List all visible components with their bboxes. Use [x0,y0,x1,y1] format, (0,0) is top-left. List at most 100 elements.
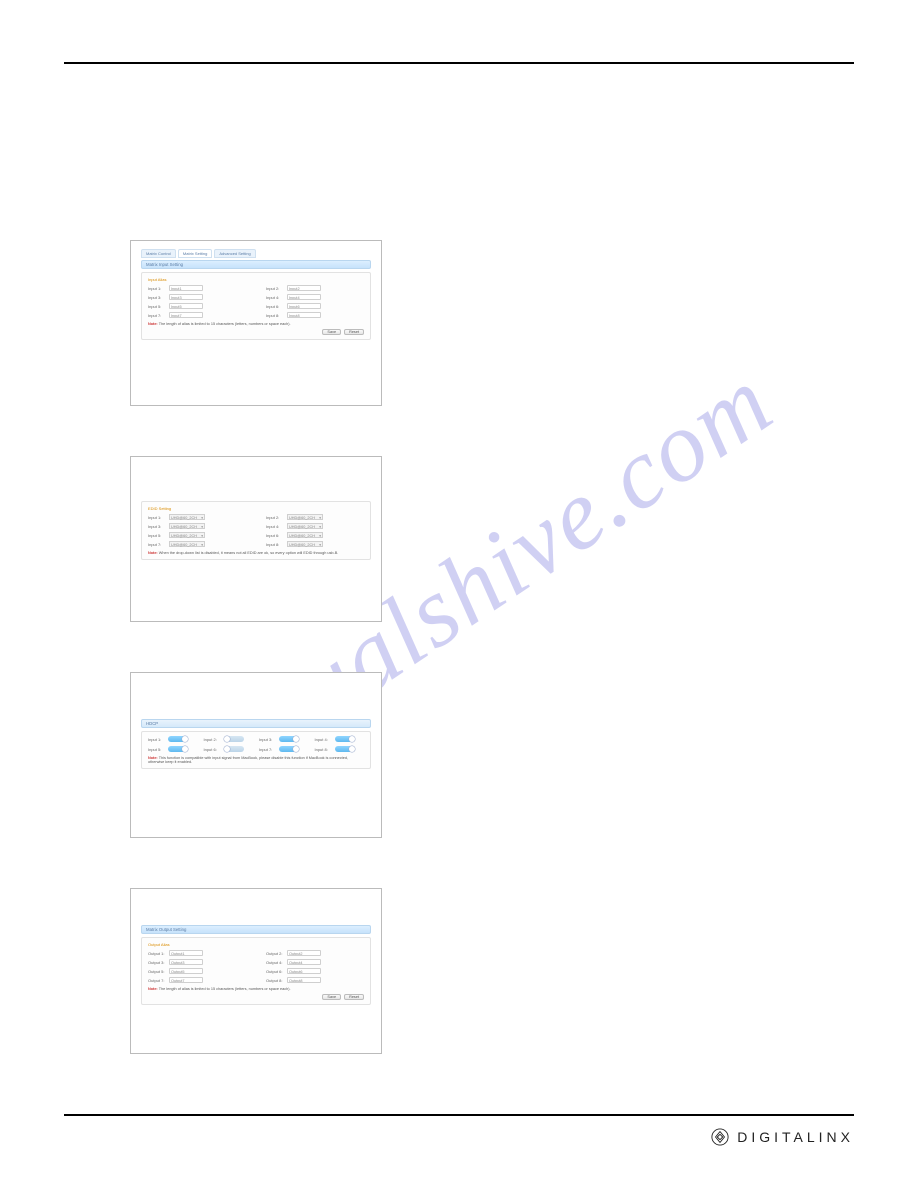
row: Output 4:Output4 [266,959,364,965]
alias-input[interactable]: Output3 [169,959,203,965]
hdcp-toggle[interactable] [335,746,355,752]
note-key: Note: [148,987,158,991]
reset-button[interactable]: Reset [344,329,364,335]
figure-inner: Matrix Output Setting Output Alias Outpu… [131,889,381,1053]
edid-select[interactable]: UHD@60_2CH [169,532,205,538]
alias-input[interactable]: Input1 [169,285,203,291]
edid-select[interactable]: UHD@60_2CH [169,541,205,547]
label: Input 7: [148,542,166,547]
row: Input 2:Input2 [266,285,364,291]
alias-input[interactable]: Input6 [287,303,321,309]
panel-title: Matrix Input Setting [141,260,371,269]
save-button[interactable]: Save [322,329,341,335]
hdcp-toggle[interactable] [224,736,244,742]
figure-output-alias: Matrix Output Setting Output Alias Outpu… [130,888,382,1054]
edid-select[interactable]: UHD@60_2CH [287,532,323,538]
row: Input 1: [148,736,198,742]
label: Input 5: [148,304,166,309]
label: Input 8: [315,747,333,752]
alias-input[interactable]: Output2 [287,950,321,956]
row: Input 7:Input7 [148,312,246,318]
row: Input 2:UHD@60_2CH [266,514,364,520]
hdcp-toggle[interactable] [168,736,188,742]
row: Input 3:Input3 [148,294,246,300]
note-text: The length of alias is limited to 15 cha… [159,322,291,326]
row: Output 5:Output5 [148,968,246,974]
note-text: The length of alias is limited to 15 cha… [159,987,291,991]
row: Input 1:Input1 [148,285,246,291]
row: Input 4:Input4 [266,294,364,300]
alias-input[interactable]: Input7 [169,312,203,318]
button-row: Save Reset [148,994,364,1000]
input-alias-grid: Input 1:Input1 Input 2:Input2 Input 3:In… [148,285,364,318]
row: Input 8: [315,746,365,752]
row: Input 5:UHD@60_2CH [148,532,246,538]
edid-select[interactable]: UHD@60_2CH [169,523,205,529]
alias-input[interactable]: Input8 [287,312,321,318]
row: Output 2:Output2 [266,950,364,956]
tab-advanced-setting[interactable]: Advanced Setting [214,249,255,258]
alias-input[interactable]: Output8 [287,977,321,983]
label: Input 4: [266,524,284,529]
tab-matrix-setting[interactable]: Matrix Setting [178,249,212,258]
reset-button[interactable]: Reset [344,994,364,1000]
label: Output 8: [266,978,284,983]
hdcp-grid: Input 1: Input 2: Input 3: Input 4: Inpu… [148,736,364,752]
output-alias-grid: Output 1:Output1 Output 2:Output2 Output… [148,950,364,983]
section-title: Input Alias [148,277,364,282]
alias-input[interactable]: Output6 [287,968,321,974]
alias-input[interactable]: Output7 [169,977,203,983]
hdcp-toggle[interactable] [224,746,244,752]
hdcp-toggle[interactable] [168,746,188,752]
label: Input 6: [266,304,284,309]
edid-select[interactable]: UHD@60_2CH [169,514,205,520]
label: Input 4: [315,737,333,742]
label: Input 1: [148,737,166,742]
row: Input 6:UHD@60_2CH [266,532,364,538]
row: Input 7: [259,746,309,752]
edid-select[interactable]: UHD@60_2CH [287,541,323,547]
label: Input 2: [266,286,284,291]
note-key: Note: [148,551,158,555]
hdcp-toggle[interactable] [279,746,299,752]
label: Input 6: [266,533,284,538]
hdcp-toggle[interactable] [335,736,355,742]
brand: DIGITALINX [711,1128,854,1146]
label: Output 7: [148,978,166,983]
alias-input[interactable]: Input3 [169,294,203,300]
alias-input[interactable]: Input2 [287,285,321,291]
edid-select[interactable]: UHD@60_2CH [287,523,323,529]
row: Output 1:Output1 [148,950,246,956]
note-text: When the drop-down list is disabled, it … [159,551,339,555]
label: Output 1: [148,951,166,956]
alias-input[interactable]: Output4 [287,959,321,965]
figure-hdcp: HDCP Input 1: Input 2: Input 3: Input 4:… [130,672,382,838]
save-button[interactable]: Save [322,994,341,1000]
row: Output 6:Output6 [266,968,364,974]
alias-input[interactable]: Input4 [287,294,321,300]
figure-inner: Matrix Control Matrix Setting Advanced S… [131,241,381,405]
row: Output 8:Output8 [266,977,364,983]
hdcp-toggle[interactable] [279,736,299,742]
row: Input 2: [204,736,254,742]
note: Note: The length of alias is limited to … [148,322,364,326]
tab-matrix-control[interactable]: Matrix Control [141,249,176,258]
alias-input[interactable]: Output1 [169,950,203,956]
alias-input[interactable]: Output5 [169,968,203,974]
edid-select[interactable]: UHD@60_2CH [287,514,323,520]
figure-inner: EDID Setting Input 1:UHD@60_2CH Input 2:… [131,457,381,621]
label: Input 8: [266,313,284,318]
row: Input 1:UHD@60_2CH [148,514,246,520]
label: Input 3: [259,737,277,742]
label: Input 4: [266,295,284,300]
label: Input 1: [148,286,166,291]
label: Output 3: [148,960,166,965]
figure-input-alias: Matrix Control Matrix Setting Advanced S… [130,240,382,406]
label: Output 6: [266,969,284,974]
row: Output 3:Output3 [148,959,246,965]
panel-body: Input 1: Input 2: Input 3: Input 4: Inpu… [141,731,371,769]
note: Note: This function is compatible with i… [148,756,364,764]
edid-grid: Input 1:UHD@60_2CH Input 2:UHD@60_2CH In… [148,514,364,547]
alias-input[interactable]: Input5 [169,303,203,309]
note-key: Note: [148,322,158,326]
